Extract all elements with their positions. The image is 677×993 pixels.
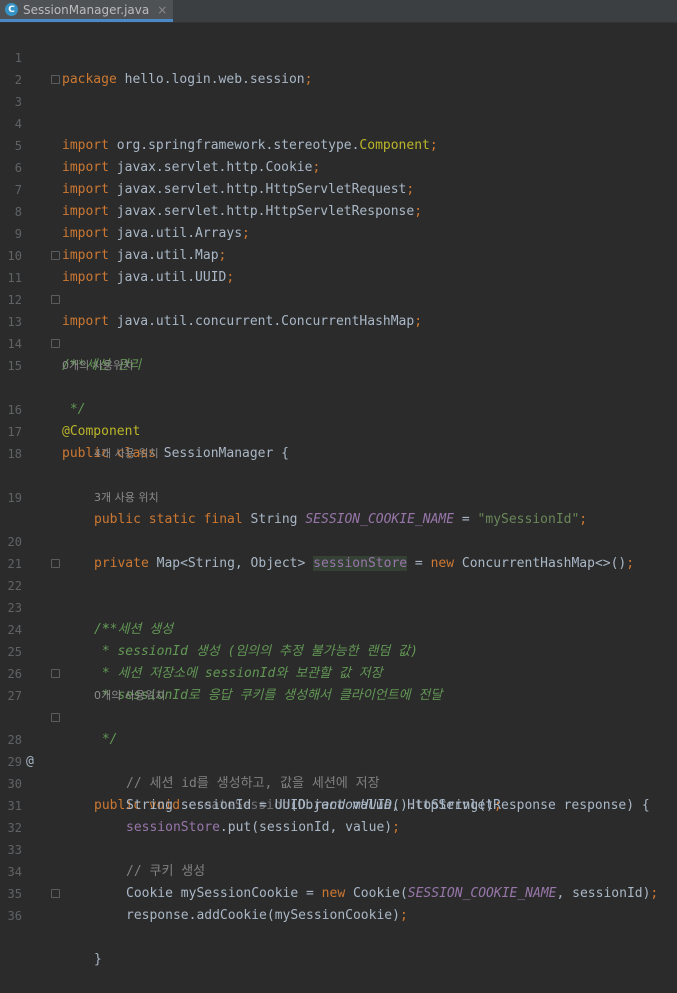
code-line: 19 public static final String SESSION_CO… [0,465,677,527]
code-token: SessionManager { [155,446,289,461]
code-line: 35 response.addCookie(mySessionCookie); [0,861,677,923]
line-number: 15 [7,359,22,373]
fold-icon[interactable] [51,713,60,722]
usages-hint[interactable]: 0개의 사용위치 [94,685,165,707]
code-line: 1 package hello.login.web.session; [0,25,677,87]
editor-tab-bar: C SessionManager.java × [0,0,677,23]
code-line: 28 @ public void createSession(Object va… [0,707,677,813]
code-line: 2 [0,47,677,87]
code-line: 29 // 세션 id를 생성하고, 값을 세션에 저장 [0,729,677,791]
code-line: 24 * sessionId 생성 (임의의 추정 불가능한 랜덤 값) [0,597,677,659]
code-line: 11 import java.util.concurrent.Concurren… [0,245,677,329]
code-line: 32 [0,795,677,835]
code-line: 33 // 쿠키 생성 [0,817,677,879]
fold-icon[interactable] [51,559,60,568]
line-number: 18 [7,447,22,461]
fold-icon[interactable] [51,339,60,348]
fold-icon[interactable] [51,251,60,260]
code-line: 25 * 세션 저장소에 sessionId와 보관할 값 저장 [0,619,677,681]
code-line: 10 import java.util.UUID; [0,223,677,285]
close-icon[interactable]: × [157,3,167,17]
code-token: } [94,952,102,967]
usages-hint[interactable]: 4개 사용 위치 [94,443,159,465]
code-line: 20 private Map<String, Object> sessionSt… [0,509,677,571]
usages-hint[interactable]: 3개 사용 위치 [94,487,159,509]
code-line: 4 [0,91,677,131]
code-line: 3 import org.springframework.stereotype.… [0,69,677,153]
line-number: 27 [7,689,22,703]
code-line: 23 * 세션 생성 [0,575,677,637]
code-editor[interactable]: 1 package hello.login.web.session; 2 3 i… [0,23,677,967]
code-line: 26 * sessionId로 응답 쿠키를 생성해서 클라이언트에 전달 [0,641,677,703]
usages-hint[interactable]: 0개의 사용위치 [62,355,133,377]
code-line: 14 * 세션 관리 [0,311,677,373]
code-token: response.addCookie(mySessionCookie) [126,908,400,923]
code-line: 34 Cookie mySessionCookie = new Cookie(S… [0,839,677,901]
code-line: 15 */ [0,333,677,417]
code-line: 6 import javax.servlet.http.HttpServletR… [0,135,677,197]
code-line: 16 @Component [0,377,677,439]
tab-sessionmanager-java[interactable]: C SessionManager.java × [0,0,174,22]
fold-icon[interactable] [51,75,60,84]
fold-icon[interactable] [51,295,60,304]
code-line: 8 import java.util.Arrays; [0,179,677,241]
code-line: 5 import javax.servlet.http.Cookie; [0,113,677,175]
code-line: 27 */ [0,663,677,747]
code-line: 12 [0,267,677,307]
code-line: 30 String sessionId = UUID.randomUUID().… [0,751,677,813]
line-number: 36 [7,909,22,923]
code-line: 13 /** [0,289,677,373]
code-line: 36 } [0,883,677,967]
code-line: 22 /** [0,553,677,637]
java-class-icon: C [5,3,18,16]
code-token: ; [399,908,408,923]
fold-icon[interactable] [51,669,60,678]
code-line: 9 import java.util.Map; [0,201,677,263]
code-line: 7 import javax.servlet.http.HttpServletR… [0,157,677,219]
line-number: 19 [7,491,22,505]
code-line: 18 [0,421,677,461]
tab-title: SessionManager.java [23,2,150,17]
fold-icon[interactable] [51,889,60,898]
code-line: 31 sessionStore.put(sessionId, value); [0,773,677,835]
code-line: 21 [0,531,677,571]
code-line: 17 public class SessionManager { [0,399,677,461]
